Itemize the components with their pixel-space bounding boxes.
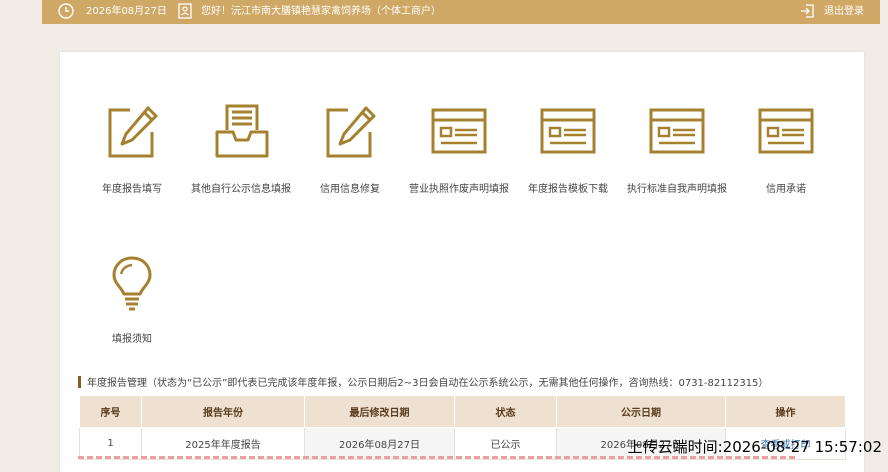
main-card: 年度报告填写 其他自行公示信息填报 信用信息修复 营业执照作废声明填报 年度报告…	[60, 52, 864, 472]
logout-icon[interactable]	[799, 2, 817, 20]
lightbulb-icon	[112, 256, 152, 311]
edit-pencil-icon	[108, 106, 158, 158]
function-label: 其他自行公示信息填报	[191, 184, 291, 195]
edit-pencil-icon	[326, 106, 376, 158]
cell-status: 已公示	[454, 427, 557, 460]
col-header-year: 报告年份	[141, 395, 305, 428]
report-template-download-button[interactable]: 年度报告模板下载	[518, 102, 618, 195]
greeting-text: 您好！沅江市南大膳镇艳慧家禽饲养场（个体工商户）	[201, 6, 441, 17]
section-title-text: 年度报告管理（状态为“已公示”即代表已完成该年度年报，公示日期后2~3日会自动在…	[87, 378, 769, 389]
filing-notice-button[interactable]: 填报须知	[82, 252, 182, 345]
col-header-action: 操作	[725, 395, 846, 428]
function-label: 营业执照作废声明填报	[409, 184, 509, 195]
document-form-icon	[540, 108, 596, 154]
credit-repair-button[interactable]: 信用信息修复	[300, 102, 400, 195]
upload-timestamp-overlay: 上传云端时间:2026-08-27 15:57:02	[627, 438, 882, 456]
document-form-icon	[758, 108, 814, 154]
clock-icon	[58, 3, 74, 19]
function-label: 信用承诺	[766, 184, 806, 195]
section-title: 年度报告管理（状态为“已公示”即代表已完成该年度年报，公示日期后2~3日会自动在…	[78, 374, 768, 389]
function-label: 信用信息修复	[320, 184, 380, 195]
credit-commitment-button[interactable]: 信用承诺	[736, 102, 836, 195]
section-marker	[78, 375, 81, 388]
function-label: 填报须知	[112, 334, 152, 345]
license-void-declaration-button[interactable]: 营业执照作废声明填报	[409, 102, 509, 195]
annual-report-fill-button[interactable]: 年度报告填写	[82, 102, 182, 195]
function-label: 年度报告填写	[102, 184, 162, 195]
col-header-modified: 最后修改日期	[304, 395, 455, 428]
document-form-icon	[431, 108, 487, 154]
top-bar: 2026年08月27日 您好！沅江市南大膳镇艳慧家禽饲养场（个体工商户） 退出登…	[42, 0, 880, 24]
function-label: 执行标准自我声明填报	[627, 184, 727, 195]
cell-year: 2025年年度报告	[141, 427, 305, 460]
col-header-status: 状态	[454, 395, 557, 428]
user-card-icon	[178, 3, 192, 19]
col-header-no: 序号	[79, 395, 142, 428]
current-date: 2026年08月27日	[86, 6, 167, 17]
logout-link[interactable]: 退出登录	[824, 5, 864, 19]
cell-no: 1	[79, 427, 142, 460]
document-form-icon	[649, 108, 705, 154]
other-public-info-button[interactable]: 其他自行公示信息填报	[191, 102, 291, 195]
function-label: 年度报告模板下载	[528, 184, 608, 195]
inbox-tray-icon	[215, 104, 269, 158]
table-header-row: 序号 报告年份 最后修改日期 状态 公示日期 操作	[79, 395, 846, 428]
cell-modified: 2026年08月27日	[304, 427, 455, 460]
standard-self-declaration-button[interactable]: 执行标准自我声明填报	[627, 102, 727, 195]
col-header-pub-date: 公示日期	[556, 395, 726, 428]
